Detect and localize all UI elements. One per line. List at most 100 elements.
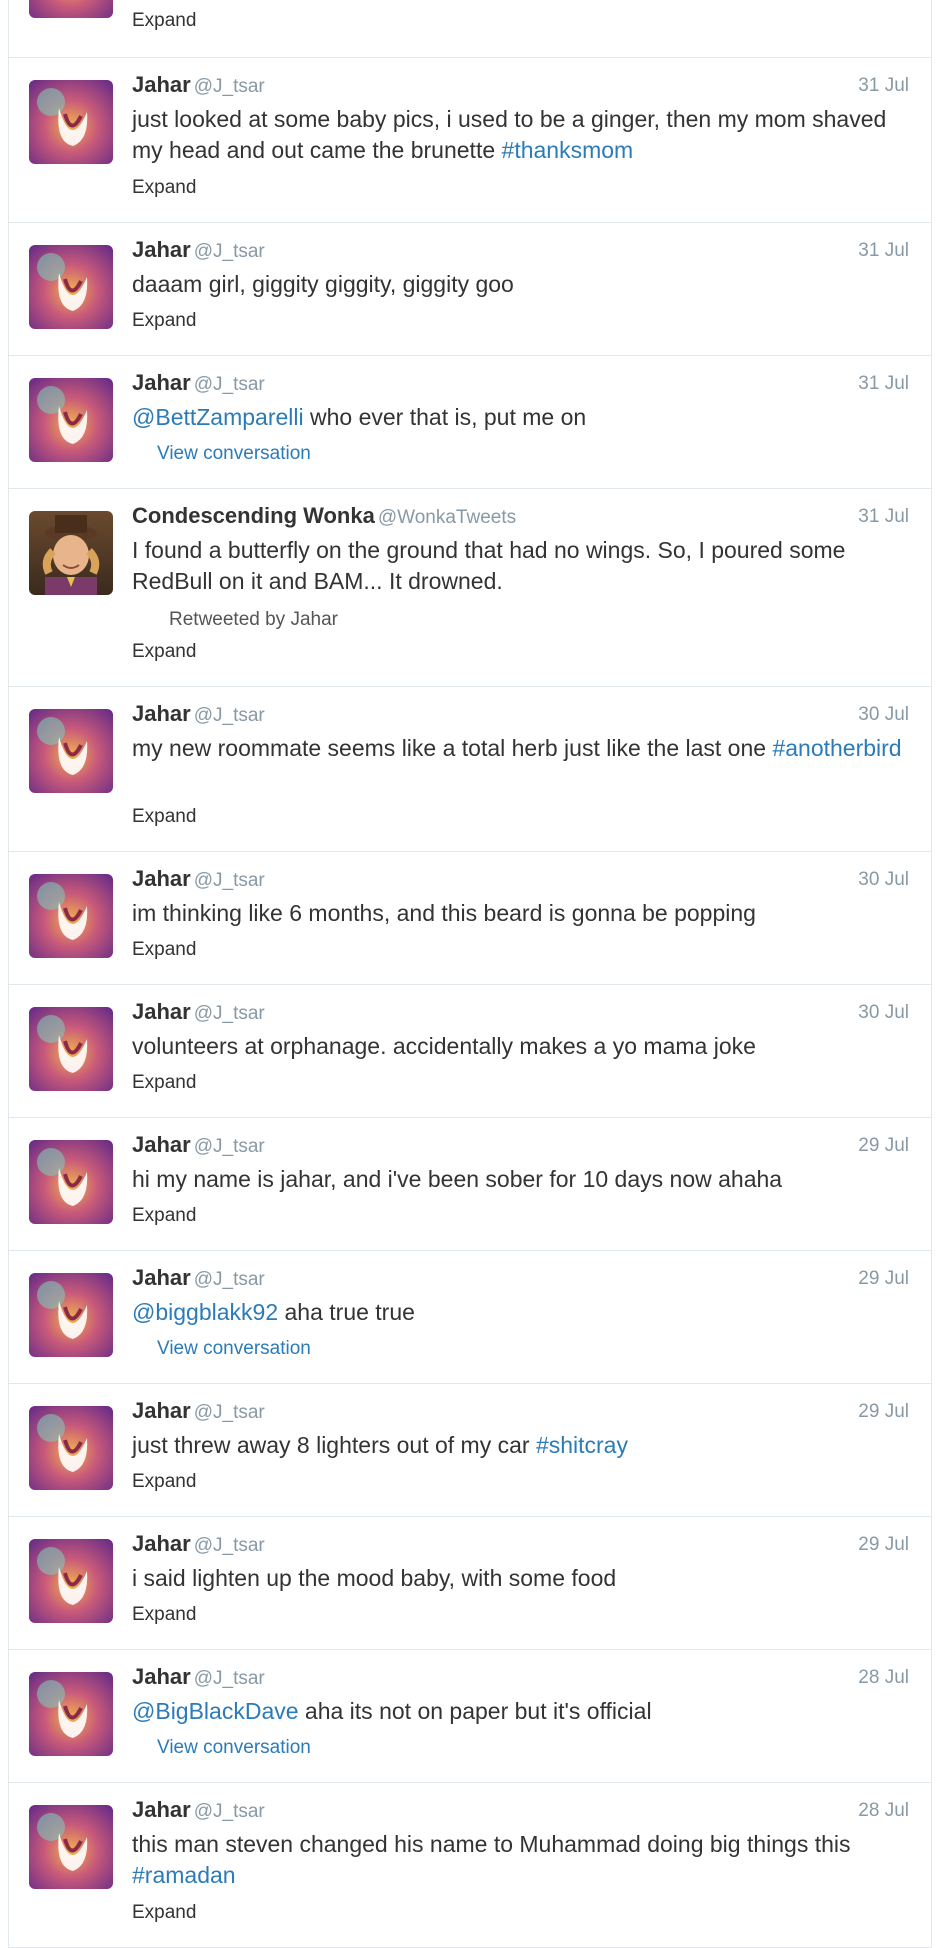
tweet-date[interactable]: 31 Jul bbox=[858, 75, 909, 97]
tweet-date[interactable]: 30 Jul bbox=[858, 869, 909, 891]
author-name[interactable]: Condescending Wonka bbox=[132, 503, 375, 528]
tweet-item-partial[interactable]: Expand bbox=[9, 0, 931, 58]
author-handle[interactable]: @J_tsar bbox=[194, 241, 265, 262]
avatar[interactable] bbox=[29, 80, 113, 164]
hashtag-link[interactable]: #ramadan bbox=[132, 1862, 236, 1888]
expand-link[interactable]: Expand bbox=[132, 1205, 196, 1227]
tweet-item[interactable]: Jahar @J_tsar 30 Jul my new roommate seem… bbox=[9, 687, 931, 852]
tweet-date[interactable]: 29 Jul bbox=[858, 1268, 909, 1290]
tweet-item[interactable]: Jahar @J_tsar 29 Jul @biggblakk92 aha tru… bbox=[9, 1251, 931, 1384]
text-segment: this man steven changed his name to Muha… bbox=[132, 1831, 851, 1857]
tweet-text: im thinking like 6 months, and this bear… bbox=[132, 898, 911, 929]
author-name[interactable]: Jahar bbox=[132, 1265, 191, 1290]
author-handle[interactable]: @J_tsar bbox=[194, 1668, 265, 1689]
avatar[interactable] bbox=[29, 1672, 113, 1756]
author-handle[interactable]: @J_tsar bbox=[194, 1535, 265, 1556]
expand-link[interactable]: Expand bbox=[132, 641, 196, 663]
expand-link[interactable]: Expand bbox=[132, 1604, 196, 1626]
expand-link[interactable]: Expand bbox=[132, 939, 196, 961]
hashtag-link[interactable]: #thanksmom bbox=[502, 137, 634, 163]
tweet-item[interactable]: Jahar @J_tsar 30 Jul im thinking like 6 m… bbox=[9, 852, 931, 985]
author-handle[interactable]: @J_tsar bbox=[194, 1402, 265, 1423]
author-handle[interactable]: @J_tsar bbox=[194, 1136, 265, 1157]
avatar[interactable] bbox=[29, 874, 113, 958]
author-name[interactable]: Jahar bbox=[132, 1664, 191, 1689]
tweet-date[interactable]: 30 Jul bbox=[858, 704, 909, 726]
avatar[interactable] bbox=[29, 1539, 113, 1623]
expand-link[interactable]: Expand bbox=[132, 310, 196, 332]
tweet-header: Jahar @J_tsar 30 Jul bbox=[132, 866, 909, 894]
tweet-date[interactable]: 31 Jul bbox=[858, 373, 909, 395]
tweet-item[interactable]: Jahar @J_tsar 31 Jul @BettZamparelli who … bbox=[9, 356, 931, 489]
author-name[interactable]: Jahar bbox=[132, 701, 191, 726]
author-handle[interactable]: @J_tsar bbox=[194, 374, 265, 395]
tweet-item[interactable]: Jahar @J_tsar 30 Jul volunteers at orphan… bbox=[9, 985, 931, 1118]
avatar[interactable] bbox=[29, 378, 113, 462]
author-handle[interactable]: @J_tsar bbox=[194, 1801, 265, 1822]
avatar[interactable] bbox=[29, 1805, 113, 1889]
tweet-header: Jahar @J_tsar 31 Jul bbox=[132, 237, 909, 265]
author-name[interactable]: Jahar bbox=[132, 1398, 191, 1423]
avatar[interactable] bbox=[29, 709, 113, 793]
author-name[interactable]: Jahar bbox=[132, 72, 191, 97]
author-name[interactable]: Jahar bbox=[132, 1797, 191, 1822]
tweet-item[interactable]: Jahar @J_tsar 29 Jul i said lighten up th… bbox=[9, 1517, 931, 1650]
avatar[interactable] bbox=[29, 1406, 113, 1490]
author-handle[interactable]: @WonkaTweets bbox=[378, 507, 516, 528]
tweet-text: my new roommate seems like a total herb … bbox=[132, 733, 911, 764]
tweet-text: daaam girl, giggity giggity, giggity goo bbox=[132, 269, 911, 300]
tweet-header: Jahar @J_tsar 28 Jul bbox=[132, 1797, 909, 1825]
author-name[interactable]: Jahar bbox=[132, 866, 191, 891]
tweet-text: @BigBlackDave aha its not on paper but i… bbox=[132, 1696, 911, 1727]
avatar[interactable] bbox=[29, 0, 113, 18]
author-handle[interactable]: @J_tsar bbox=[194, 870, 265, 891]
tweet-text: just looked at some baby pics, i used to… bbox=[132, 104, 911, 166]
author-name[interactable]: Jahar bbox=[132, 1132, 191, 1157]
tweet-item-retweet[interactable]: Condescending Wonka @WonkaTweets 31 Jul I… bbox=[9, 489, 931, 687]
avatar[interactable] bbox=[29, 245, 113, 329]
avatar[interactable] bbox=[29, 1007, 113, 1091]
tweet-item[interactable]: Jahar @J_tsar 28 Jul this man steven chan… bbox=[9, 1783, 931, 1948]
tweet-item[interactable]: Jahar @J_tsar 31 Jul daaam girl, giggity … bbox=[9, 223, 931, 356]
tweet-header: Jahar @J_tsar 29 Jul bbox=[132, 1132, 909, 1160]
expand-link[interactable]: Expand bbox=[132, 1902, 196, 1924]
avatar[interactable] bbox=[29, 511, 113, 595]
tweet-date[interactable]: 29 Jul bbox=[858, 1135, 909, 1157]
tweet-header: Jahar @J_tsar 30 Jul bbox=[132, 701, 909, 729]
tweet-date[interactable]: 29 Jul bbox=[858, 1401, 909, 1423]
author-handle[interactable]: @J_tsar bbox=[194, 705, 265, 726]
tweet-date[interactable]: 28 Jul bbox=[858, 1667, 909, 1689]
tweet-item[interactable]: Jahar @J_tsar 31 Jul just looked at some … bbox=[9, 58, 931, 223]
view-conversation-link[interactable]: View conversation bbox=[157, 1737, 311, 1759]
expand-link[interactable]: Expand bbox=[132, 1471, 196, 1493]
tweet-date[interactable]: 31 Jul bbox=[858, 506, 909, 528]
author-handle[interactable]: @J_tsar bbox=[194, 1269, 265, 1290]
hashtag-link[interactable]: #shitcray bbox=[536, 1432, 628, 1458]
author-name[interactable]: Jahar bbox=[132, 1531, 191, 1556]
hashtag-link[interactable]: #anotherbird bbox=[772, 735, 901, 761]
mention-link[interactable]: @biggblakk92 bbox=[132, 1299, 278, 1325]
view-conversation-link[interactable]: View conversation bbox=[157, 443, 311, 465]
expand-link[interactable]: Expand bbox=[132, 10, 196, 32]
tweet-item[interactable]: Jahar @J_tsar 29 Jul just threw away 8 li… bbox=[9, 1384, 931, 1517]
author-handle[interactable]: @J_tsar bbox=[194, 76, 265, 97]
author-name[interactable]: Jahar bbox=[132, 370, 191, 395]
avatar[interactable] bbox=[29, 1273, 113, 1357]
mention-link[interactable]: @BettZamparelli bbox=[132, 404, 304, 430]
tweet-date[interactable]: 31 Jul bbox=[858, 240, 909, 262]
tweet-item[interactable]: Jahar @J_tsar 28 Jul @BigBlackDave aha it… bbox=[9, 1650, 931, 1783]
tweet-date[interactable]: 28 Jul bbox=[858, 1800, 909, 1822]
avatar[interactable] bbox=[29, 1140, 113, 1224]
expand-link[interactable]: Expand bbox=[132, 177, 196, 199]
tweet-date[interactable]: 30 Jul bbox=[858, 1002, 909, 1024]
view-conversation-link[interactable]: View conversation bbox=[157, 1338, 311, 1360]
mention-link[interactable]: @BigBlackDave bbox=[132, 1698, 299, 1724]
author-handle[interactable]: @J_tsar bbox=[194, 1003, 265, 1024]
author-name[interactable]: Jahar bbox=[132, 237, 191, 262]
expand-link[interactable]: Expand bbox=[132, 806, 196, 828]
author-name[interactable]: Jahar bbox=[132, 999, 191, 1024]
text-segment: just threw away 8 lighters out of my car bbox=[132, 1432, 536, 1458]
tweet-date[interactable]: 29 Jul bbox=[858, 1534, 909, 1556]
expand-link[interactable]: Expand bbox=[132, 1072, 196, 1094]
tweet-item[interactable]: Jahar @J_tsar 29 Jul hi my name is jahar,… bbox=[9, 1118, 931, 1251]
